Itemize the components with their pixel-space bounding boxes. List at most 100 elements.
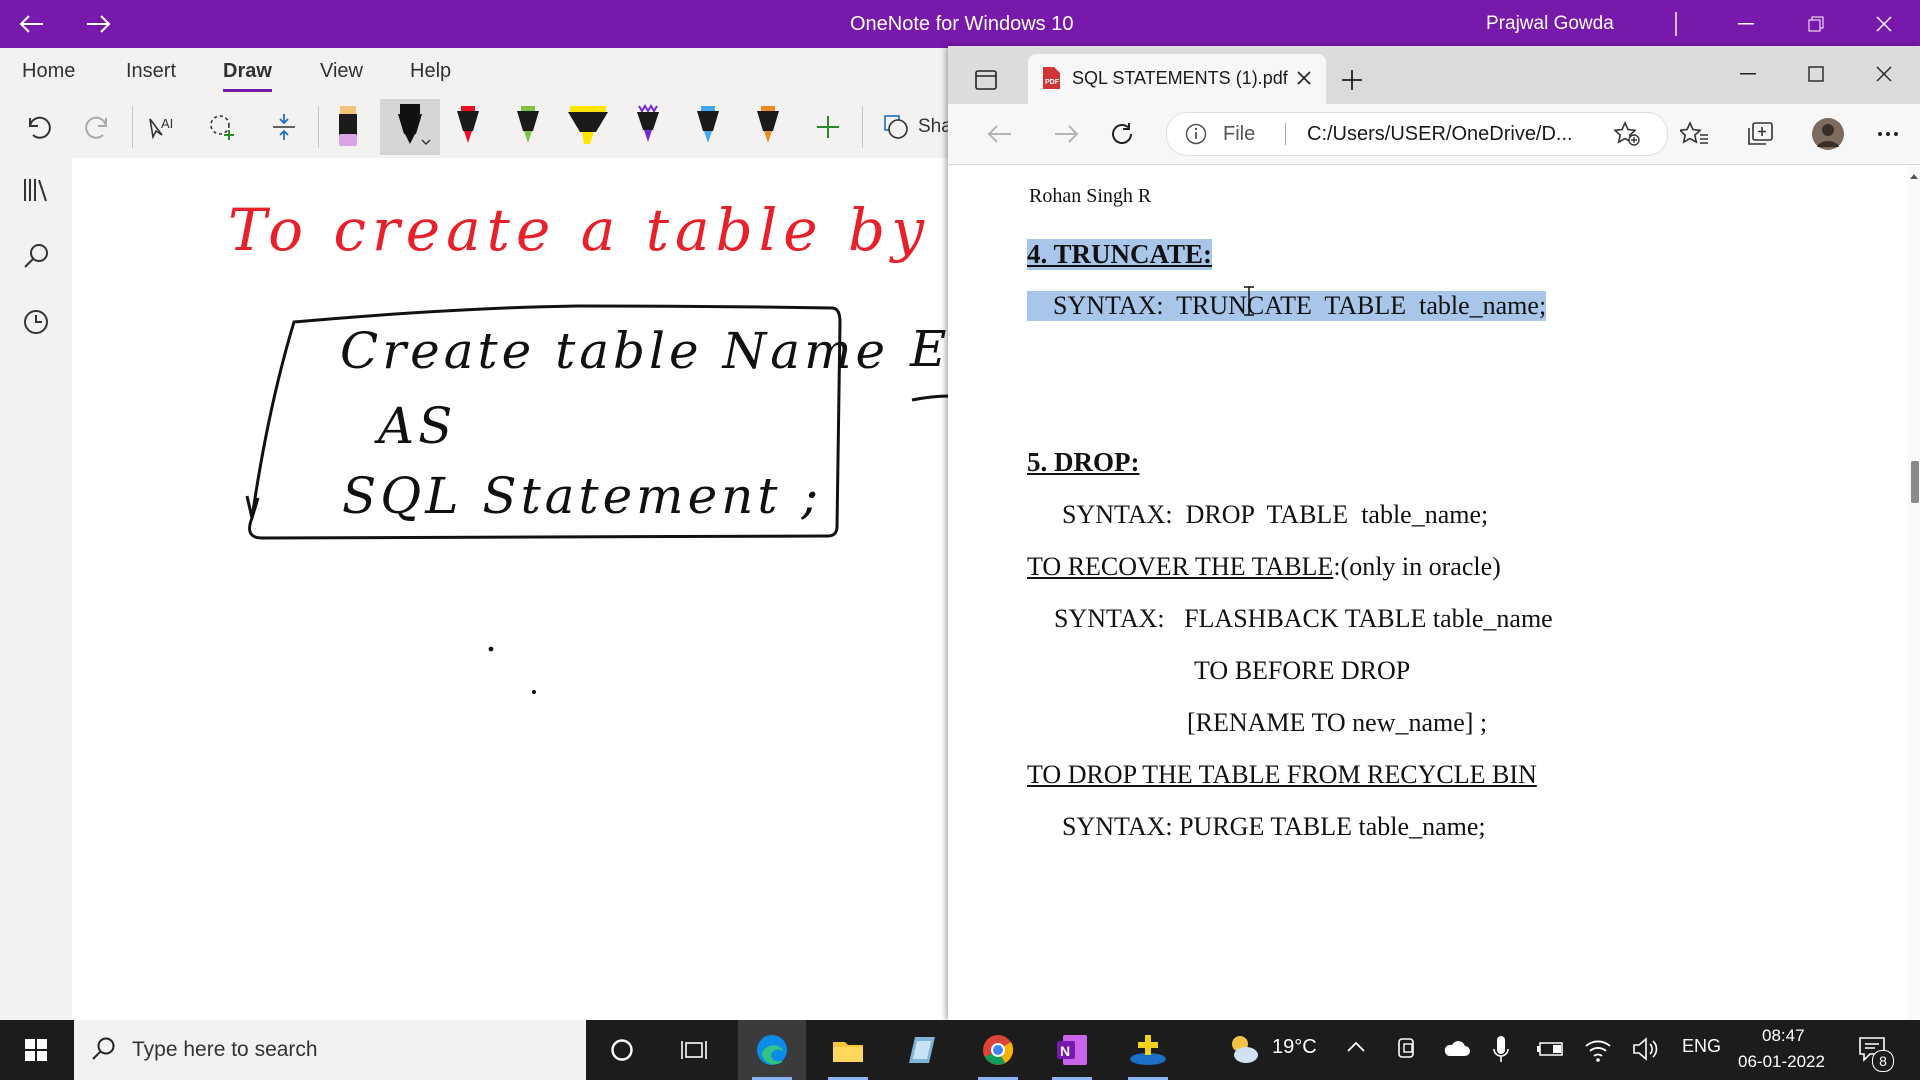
toolbar-divider xyxy=(862,106,863,148)
refresh-icon[interactable] xyxy=(1100,112,1144,156)
edge-tab-strip: PDF SQL STATEMENTS (1).pdf xyxy=(948,46,1920,104)
game-app-icon[interactable] xyxy=(1114,1020,1182,1080)
restore-icon[interactable] xyxy=(1796,8,1836,40)
battery-icon[interactable] xyxy=(1536,1040,1566,1058)
tab-draw[interactable]: Draw xyxy=(223,60,272,92)
orange-pen-icon[interactable] xyxy=(744,102,792,152)
user-name[interactable]: Prajwal Gowda xyxy=(1486,13,1614,35)
clock-time[interactable]: 08:47 xyxy=(1762,1026,1805,1046)
add-pen-icon[interactable] xyxy=(804,102,852,152)
notebooks-icon[interactable] xyxy=(18,172,54,208)
start-windows-icon[interactable] xyxy=(2,1020,70,1080)
share-label[interactable]: Sha xyxy=(918,116,952,138)
notification-count-badge: 8 xyxy=(1872,1050,1894,1072)
address-divider xyxy=(1285,123,1286,145)
tab-view[interactable]: View xyxy=(320,60,363,83)
chrome-icon[interactable] xyxy=(964,1020,1032,1080)
profile-avatar[interactable] xyxy=(1806,112,1850,156)
pdf-document-view[interactable]: Rohan Singh R 4. TRUNCATE: SYNTAX: TRUNC… xyxy=(956,165,1906,1020)
shapes-icon[interactable] xyxy=(872,102,920,152)
svg-text:N: N xyxy=(1060,1043,1070,1059)
recent-clock-icon[interactable] xyxy=(18,304,54,340)
pdf-heading-truncate: 4. TRUNCATE: xyxy=(1027,239,1213,270)
ink-box-line1: Create table Name xyxy=(340,322,889,380)
yellow-highlighter-icon[interactable] xyxy=(564,102,612,152)
windows-taskbar: Type here to search N 19°C ENG 08:47 06-… xyxy=(0,1020,1920,1080)
undo-icon[interactable] xyxy=(14,102,62,152)
title-separator xyxy=(1675,12,1677,36)
edge-taskbar-icon[interactable] xyxy=(738,1020,806,1080)
svg-text:AI: AI xyxy=(161,116,173,131)
microphone-icon[interactable] xyxy=(1492,1034,1510,1064)
onedrive-cloud-icon[interactable] xyxy=(1442,1038,1470,1058)
wifi-icon[interactable] xyxy=(1584,1036,1612,1062)
search-icon xyxy=(90,1036,116,1062)
ink-side-stroke xyxy=(911,394,950,402)
ribbon-tabs: Home Insert Draw View Help xyxy=(0,48,950,96)
cortana-icon[interactable] xyxy=(588,1020,656,1080)
back-arrow-icon[interactable] xyxy=(12,8,52,40)
minimize-icon[interactable] xyxy=(1726,8,1766,40)
address-prefix: File xyxy=(1223,123,1256,145)
collections-icon[interactable] xyxy=(1738,112,1782,156)
onenote-taskbar-icon[interactable]: N xyxy=(1038,1020,1106,1080)
search-icon[interactable] xyxy=(18,238,54,274)
purple-pen-icon[interactable] xyxy=(624,102,672,152)
favorites-icon[interactable] xyxy=(1672,112,1716,156)
pdf-purge-syntax: SYNTAX: PURGE TABLE table_name; xyxy=(1062,812,1486,841)
taskbar-search-box[interactable]: Type here to search xyxy=(74,1020,586,1080)
meet-now-icon[interactable] xyxy=(1396,1036,1418,1060)
blue-pen-icon[interactable] xyxy=(684,102,732,152)
selected-black-pen[interactable] xyxy=(380,99,440,155)
search-placeholder: Type here to search xyxy=(132,1038,318,1061)
info-icon[interactable] xyxy=(1185,123,1207,145)
edge-browser-window: PDF SQL STATEMENTS (1).pdf File C:/Users… xyxy=(948,46,1920,1020)
lasso-select-icon[interactable] xyxy=(198,102,246,152)
weather-icon[interactable] xyxy=(1226,1032,1260,1066)
pdf-scrollbar[interactable] xyxy=(1908,165,1920,1020)
edge-minimize-icon[interactable] xyxy=(1726,52,1770,96)
edge-forward-icon[interactable] xyxy=(1044,112,1088,156)
address-url[interactable]: C:/Users/USER/OneDrive/D... xyxy=(1307,123,1573,146)
tab-help[interactable]: Help xyxy=(410,60,451,83)
red-pen-icon[interactable] xyxy=(444,102,492,152)
green-pen-icon[interactable] xyxy=(504,102,552,152)
pdf-flashback-line2: TO BEFORE DROP xyxy=(1194,656,1411,685)
task-view-icon[interactable] xyxy=(660,1020,728,1080)
draw-toolbar: AI Sha xyxy=(0,96,952,159)
tab-pdf[interactable]: PDF SQL STATEMENTS (1).pdf xyxy=(1028,54,1326,104)
forward-arrow-icon[interactable] xyxy=(78,8,118,40)
pdf-purge-label: TO DROP THE TABLE FROM RECYCLE BIN xyxy=(1027,760,1537,789)
add-space-icon[interactable] xyxy=(260,102,308,152)
edge-close-icon[interactable] xyxy=(1862,52,1906,96)
edge-navigation-bar: File C:/Users/USER/OneDrive/D... xyxy=(948,104,1920,165)
svg-text:PDF: PDF xyxy=(1045,79,1060,86)
address-bar[interactable]: File C:/Users/USER/OneDrive/D... xyxy=(1166,112,1668,156)
tab-actions-icon[interactable] xyxy=(964,58,1008,102)
new-tab-icon[interactable] xyxy=(1330,58,1374,102)
onenote-page-canvas[interactable]: To create a table by exist Create table … xyxy=(72,158,950,1020)
settings-more-icon[interactable] xyxy=(1866,112,1910,156)
volume-icon[interactable] xyxy=(1632,1036,1660,1062)
notes-app-icon[interactable] xyxy=(888,1020,956,1080)
edge-maximize-icon[interactable] xyxy=(1794,52,1838,96)
pdf-truncate-syntax: SYNTAX: TRUNCATE TABLE table_name; xyxy=(1027,291,1547,321)
onenote-left-rail xyxy=(0,158,73,1020)
tab-close-icon[interactable] xyxy=(1296,70,1312,86)
file-explorer-icon[interactable] xyxy=(814,1020,882,1080)
pdf-recover-line: TO RECOVER THE TABLE:(only in oracle) xyxy=(1027,552,1501,582)
ink-side-fragment: E: xyxy=(909,320,950,378)
type-select-icon[interactable]: AI xyxy=(138,102,186,152)
redo-icon[interactable] xyxy=(74,102,122,152)
close-icon[interactable] xyxy=(1864,8,1904,40)
eraser-pen-icon[interactable] xyxy=(324,102,372,152)
show-hidden-icons-chevron-icon[interactable] xyxy=(1346,1040,1366,1054)
pdf-recover-label: TO RECOVER THE TABLE xyxy=(1027,552,1334,581)
edge-back-icon[interactable] xyxy=(978,112,1022,156)
temperature[interactable]: 19°C xyxy=(1272,1036,1317,1059)
add-favorite-icon[interactable] xyxy=(1613,121,1641,147)
tab-home[interactable]: Home xyxy=(22,60,75,83)
tab-insert[interactable]: Insert xyxy=(126,60,176,83)
clock-date[interactable]: 06-01-2022 xyxy=(1738,1052,1825,1072)
input-language[interactable]: ENG xyxy=(1682,1036,1721,1057)
